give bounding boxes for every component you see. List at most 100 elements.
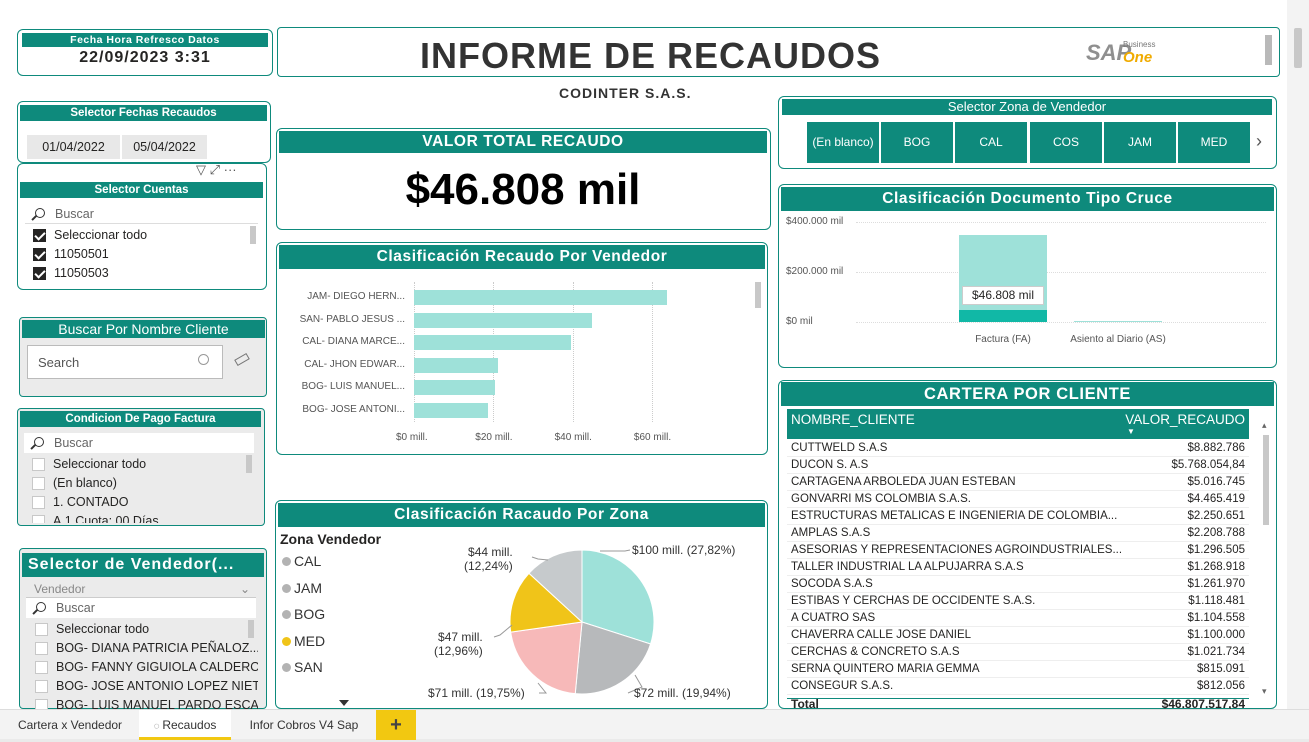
legend-item[interactable]: CAL [282, 553, 321, 569]
checkbox-icon[interactable] [32, 496, 45, 509]
payment-condition-item[interactable]: Seleccionar todo [23, 455, 253, 474]
table-row[interactable]: CONSEGUR S.A.S. $812.056 [787, 678, 1249, 695]
table-row[interactable]: CERCHAS & CONCRETO S.A.S $1.021.734 [787, 644, 1249, 661]
pie-slice[interactable] [510, 621, 583, 695]
seller-item[interactable]: BOG- FANNY GIGUIOLA CALDERO... [26, 658, 258, 677]
chevron-down-icon[interactable]: ▾ [1262, 686, 1267, 697]
chevron-up-icon[interactable]: ▴ [1262, 420, 1267, 431]
account-item[interactable]: 11050501 [24, 245, 254, 264]
zone-button-bog[interactable]: BOG [881, 122, 953, 163]
zone-selector-title: Selector Zona de Vendedor [782, 99, 1272, 115]
legend-item[interactable]: SAN [282, 659, 323, 675]
payment-condition-title: Condicion De Pago Factura [20, 411, 261, 427]
accounts-scrollbar[interactable] [250, 226, 256, 244]
checkbox-icon[interactable] [33, 229, 46, 242]
seller-item[interactable]: Seleccionar todo [26, 620, 258, 639]
bar[interactable] [414, 357, 499, 373]
table-row[interactable]: ESTIBAS Y CERCHAS DE OCCIDENTE S.A.S. $1.… [787, 593, 1249, 610]
table-row[interactable]: GONVARRI MS COLOMBIA S.A.S. $4.465.419 [787, 491, 1249, 508]
title-scrollbar[interactable] [1265, 35, 1272, 65]
account-item[interactable]: 11050503 [24, 264, 254, 283]
checkbox-icon[interactable] [35, 699, 48, 709]
table-row[interactable]: SOCODA S.A.S $1.261.970 [787, 576, 1249, 593]
table-row[interactable]: CARTAGENA ARBOLEDA JUAN ESTEBAN $5.016.74… [787, 474, 1249, 491]
table-row[interactable]: CHAVERRA CALLE JOSE DANIEL $1.100.000 [787, 627, 1249, 644]
legend-item[interactable]: MED [282, 633, 325, 649]
zone-button-blank[interactable]: (En blanco) [807, 122, 879, 163]
checkbox-icon[interactable] [32, 458, 45, 471]
table-row[interactable]: CUTTWELD S.A.S $8.882.786 [787, 440, 1249, 457]
checkbox-icon[interactable] [33, 248, 46, 261]
y-gridline [856, 222, 1266, 223]
table-row[interactable]: TALLER INDUSTRIAL LA ALPUJARRA S.A.S $1.2… [787, 559, 1249, 576]
report-canvas: Fecha Hora Refresco Datos 22/09/2023 3:3… [0, 0, 1287, 709]
cell-valor: $2.208.788 [1187, 527, 1245, 539]
seller-scrollbar[interactable] [248, 620, 254, 638]
pie-data-label-percent: (12,96%) [434, 644, 483, 658]
tab-cartera-vendedor[interactable]: Cartera x Vendedor [8, 710, 132, 740]
column-header-valor[interactable]: VALOR_RECAUDO [1125, 412, 1245, 427]
zone-button-cal[interactable]: CAL [955, 122, 1027, 163]
bar[interactable] [414, 380, 495, 395]
cell-valor: $4.465.419 [1187, 493, 1245, 505]
checkbox-icon[interactable] [35, 680, 48, 693]
bar[interactable] [414, 312, 593, 328]
y-gridline [856, 322, 1266, 323]
caret-down-icon[interactable] [339, 700, 349, 706]
zone-button-med[interactable]: MED [1178, 122, 1250, 163]
legend-item[interactable]: BOG [282, 606, 325, 622]
bar[interactable] [414, 290, 667, 305]
category-label: BOG- JOSE ANTONI... [302, 403, 405, 415]
checkbox-icon[interactable] [35, 623, 48, 636]
table-row[interactable]: ASESORIAS Y REPRESENTACIONES AGROINDUSTR… [787, 542, 1249, 559]
page-scrollbar[interactable] [1287, 0, 1309, 709]
payment-scrollbar[interactable] [246, 455, 252, 473]
payment-condition-item[interactable]: (En blanco) [23, 474, 253, 493]
seller-dropdown[interactable]: Vendedor ⌄ [26, 580, 256, 598]
account-item[interactable]: Seleccionar todo [24, 226, 254, 245]
sort-desc-icon[interactable]: ▼ [1127, 427, 1135, 436]
tab-recaudos[interactable]: ◌ Recaudos [139, 710, 231, 740]
table-row[interactable]: A CUATRO SAS $1.104.558 [787, 610, 1249, 627]
payment-condition-item[interactable]: A.1 Cuota: 00 Días [23, 512, 253, 523]
bar[interactable] [414, 402, 489, 418]
cell-valor: $1.296.505 [1187, 544, 1245, 556]
zone-button-jam[interactable]: JAM [1104, 122, 1176, 163]
bar[interactable] [959, 310, 1047, 322]
seller-chart-title: Clasificación Recaudo Por Vendedor [279, 245, 765, 269]
bar[interactable] [1074, 321, 1162, 322]
checkbox-icon[interactable] [35, 661, 48, 674]
payment-condition-search[interactable]: Buscar [24, 433, 254, 453]
add-page-button[interactable]: + [376, 710, 416, 740]
leader-line [531, 556, 549, 561]
payment-condition-item[interactable]: 1. CONTADO [23, 493, 253, 512]
table-row[interactable]: SERNA QUINTERO MARIA GEMMA $815.091 [787, 661, 1249, 678]
tab-infor-cobros[interactable]: Infor Cobros V4 Sap [240, 710, 368, 740]
chevron-right-icon[interactable]: › [1256, 131, 1262, 152]
legend-item[interactable]: JAM [282, 580, 322, 596]
portfolio-scrollbar[interactable] [1263, 435, 1269, 525]
seller-search[interactable]: Buscar [26, 598, 256, 618]
seller-item[interactable]: BOG- JOSE ANTONIO LOPEZ NIETO [26, 677, 258, 696]
visual-header-icons[interactable]: ▽ ⤢ ··· [196, 162, 237, 178]
column-header-cliente[interactable]: NOMBRE_CLIENTE [791, 412, 915, 427]
checkbox-icon[interactable] [32, 515, 45, 523]
end-date-input[interactable]: 05/04/2022 [122, 135, 207, 159]
seller-item[interactable]: BOG- DIANA PATRICIA PEÑALOZ... [26, 639, 258, 658]
seller-chart-scrollbar[interactable] [755, 282, 761, 308]
start-date-input[interactable]: 01/04/2022 [27, 135, 120, 159]
table-row[interactable]: ESTRUCTURAS METALICAS E INGENIERIA DE CO… [787, 508, 1249, 525]
checkbox-icon[interactable] [32, 477, 45, 490]
page-scrollbar-thumb[interactable] [1294, 28, 1302, 68]
accounts-search[interactable]: Buscar [25, 204, 258, 224]
table-row[interactable]: DUCON S. A.S $5.768.054,84 [787, 457, 1249, 474]
checkbox-icon[interactable] [33, 267, 46, 280]
checkbox-icon[interactable] [35, 642, 48, 655]
pie-data-label-value: $47 mill. [438, 630, 483, 644]
client-search-input[interactable]: Search [27, 345, 223, 379]
zone-button-cos[interactable]: COS [1030, 122, 1102, 163]
table-row[interactable]: AMPLAS S.A.S $2.208.788 [787, 525, 1249, 542]
bar[interactable] [414, 335, 571, 350]
seller-item[interactable]: BOG- LUIS MANUEL PARDO ESCA... [26, 696, 258, 709]
cell-valor: $8.882.786 [1187, 442, 1245, 454]
